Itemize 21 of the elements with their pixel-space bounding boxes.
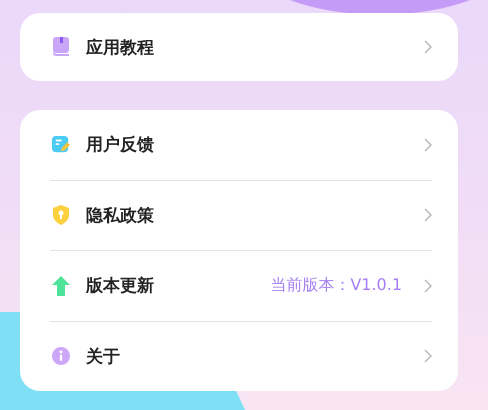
settings-item[interactable]: 关于 [50, 320, 432, 391]
arrow-up-icon [52, 276, 70, 296]
item-label: 用户反馈 [86, 134, 154, 156]
chevron-icon [424, 349, 432, 364]
item-label: 隐私政策 [86, 204, 154, 227]
version-text: 当前版本：V1.0.1 [270, 275, 402, 296]
settings-item[interactable]: 应用教程 [50, 13, 432, 81]
chevron-icon [424, 208, 432, 222]
settings-item[interactable]: 用户反馈 [50, 110, 432, 180]
chevron-icon [424, 138, 432, 152]
item-label: 应用教程 [86, 36, 154, 58]
note-icon [52, 134, 70, 155]
chevron-icon [424, 40, 432, 54]
info-icon [52, 346, 70, 366]
item-label: 关于 [86, 346, 120, 368]
settings-item[interactable]: 隐私政策 [50, 180, 432, 250]
shield-icon [52, 205, 70, 226]
book-icon [52, 37, 70, 57]
settings-item[interactable]: 版本更新 当前版本：V1.0.1 [50, 250, 432, 320]
chevron-icon [424, 278, 432, 293]
item-label: 版本更新 [86, 275, 154, 298]
